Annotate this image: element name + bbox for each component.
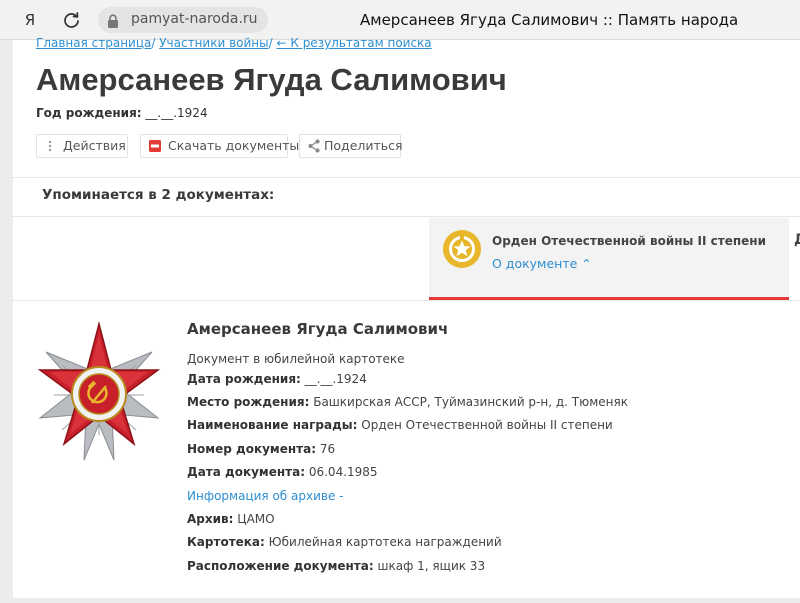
page-title-tab: Амерсанеев Ягуда Салимович :: Память нар… [360,11,739,29]
person-card: Главная страница/ Участники войны/ ← К р… [13,36,800,598]
divider [13,216,800,217]
field-label: Место рождения: [187,395,310,409]
lock-icon [107,13,119,28]
next-document-tab[interactable]: Д [794,232,800,248]
field-label: Номер документа: [187,442,316,456]
about-document-link[interactable]: О документе ⌃ [492,256,592,271]
field-birth-place: Место рождения: Башкирская АССР, Туймази… [187,395,628,409]
divider [13,177,800,178]
field-value: ЦАМО [237,512,275,526]
download-label: Скачать документы [168,138,300,153]
pdf-icon [148,135,162,164]
left-gutter [0,40,13,603]
back-to-results-link[interactable]: ← К результатам поиска [276,36,431,50]
document-tab-active[interactable]: Орден Отечественной войны II степени О д… [429,218,789,300]
person-name-heading: Амерсанеев Ягуда Салимович [36,62,507,97]
field-label: Картотека: [187,535,265,549]
document-type: Документ в юбилейной картотеке [187,352,405,366]
actions-button[interactable]: Действия [36,134,128,158]
actions-label: Действия [63,138,126,153]
field-label: Дата рождения: [187,372,301,386]
field-award-name: Наименование награды: Орден Отечественно… [187,418,613,432]
address-bar[interactable]: pamyat-naroda.ru [98,7,268,33]
field-birth-date: Дата рождения: __.__.1924 [187,372,367,386]
field-label: Дата документа: [187,465,306,479]
share-label: Поделиться [324,138,403,153]
field-archive: Архив: ЦАМО [187,512,275,526]
field-card-index: Картотека: Юбилейная картотека награжден… [187,535,502,549]
document-tab-title: Орден Отечественной войны II степени [492,234,766,248]
more-vertical-icon [47,135,53,164]
breadcrumb-home-link[interactable]: Главная страница [36,36,151,50]
url-text: pamyat-naroda.ru [131,11,258,27]
birth-label: Год рождения: [36,106,142,120]
breadcrumb-participants-link[interactable]: Участники войны [159,36,268,50]
field-value: шкаф 1, ящик 33 [377,559,486,573]
field-value: __.__.1924 [304,372,367,386]
mentions-heading: Упоминается в 2 документах: [42,187,275,203]
order-patriotic-war-image [34,320,164,465]
field-label: Наименование награды: [187,418,358,432]
archive-info-link[interactable]: Информация об архиве - [187,489,343,503]
birth-year: Год рождения: __.__.1924 [36,106,208,120]
share-button[interactable]: Поделиться [299,134,403,158]
download-documents-button[interactable]: Скачать документы [140,134,299,158]
field-value: 06.04.1985 [308,465,378,479]
birth-value: __.__.1924 [145,106,208,120]
field-document-date: Дата документа: 06.04.1985 [187,465,378,479]
yandex-logo-button[interactable]: Я [19,9,41,31]
share-icon [307,135,321,164]
field-value: Юбилейная картотека награждений [268,535,502,549]
field-document-number: Номер документа: 76 [187,442,335,456]
field-value: Башкирская АССР, Туймазинский р-н, д. Тю… [313,395,628,409]
viewport: Я pamyat-naroda.ru Амерсанеев Ягуда Сали… [0,0,800,603]
field-value: Орден Отечественной войны II степени [361,418,613,432]
field-value: 76 [319,442,336,456]
document-person-name: Амерсанеев Ягуда Салимович [187,320,449,338]
breadcrumb: Главная страница/ Участники войны/ ← К р… [36,36,432,50]
divider [13,300,800,301]
field-document-location: Расположение документа: шкаф 1, ящик 33 [187,559,485,573]
medal-icon [443,230,481,268]
browser-toolbar: Я pamyat-naroda.ru Амерсанеев Ягуда Сали… [0,0,800,40]
field-label: Расположение документа: [187,559,374,573]
field-label: Архив: [187,512,234,526]
reload-icon[interactable] [61,9,83,31]
